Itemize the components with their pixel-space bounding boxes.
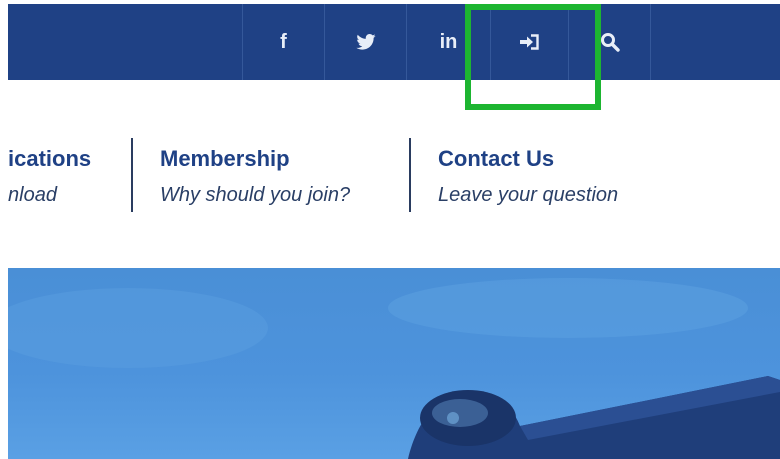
twitter-link[interactable] — [325, 4, 406, 80]
nav-item-subtitle: nload — [8, 184, 57, 206]
page: f in ications nload Membership Why shoul… — [0, 0, 780, 459]
nav-divider — [409, 138, 411, 212]
nav-item-title: Membership — [160, 146, 290, 171]
nav-item-title: Contact Us — [438, 146, 555, 171]
facebook-link[interactable]: f — [243, 4, 324, 80]
nav-divider — [131, 138, 133, 212]
nav-item-contact-us[interactable]: Contact Us Leave your question — [412, 138, 712, 214]
facebook-icon: f — [280, 30, 287, 53]
linkedin-icon: in — [439, 30, 458, 53]
nav-item-subtitle: Why should you join? — [160, 184, 351, 206]
social-top-bar: f in — [8, 4, 780, 80]
twitter-icon — [355, 34, 376, 50]
nav-item-publications[interactable]: ications nload — [0, 138, 130, 214]
hero-image — [8, 268, 780, 459]
highlight-box — [465, 4, 601, 110]
topbar-separator — [650, 4, 651, 80]
hero-illustration — [8, 278, 780, 459]
nav-item-subtitle: Leave your question — [438, 184, 619, 206]
search-icon — [600, 33, 620, 52]
nav-item-membership[interactable]: Membership Why should you join? — [134, 138, 408, 214]
nav-item-title: ications — [8, 146, 92, 171]
main-nav: ications nload Membership Why should you… — [0, 138, 780, 214]
